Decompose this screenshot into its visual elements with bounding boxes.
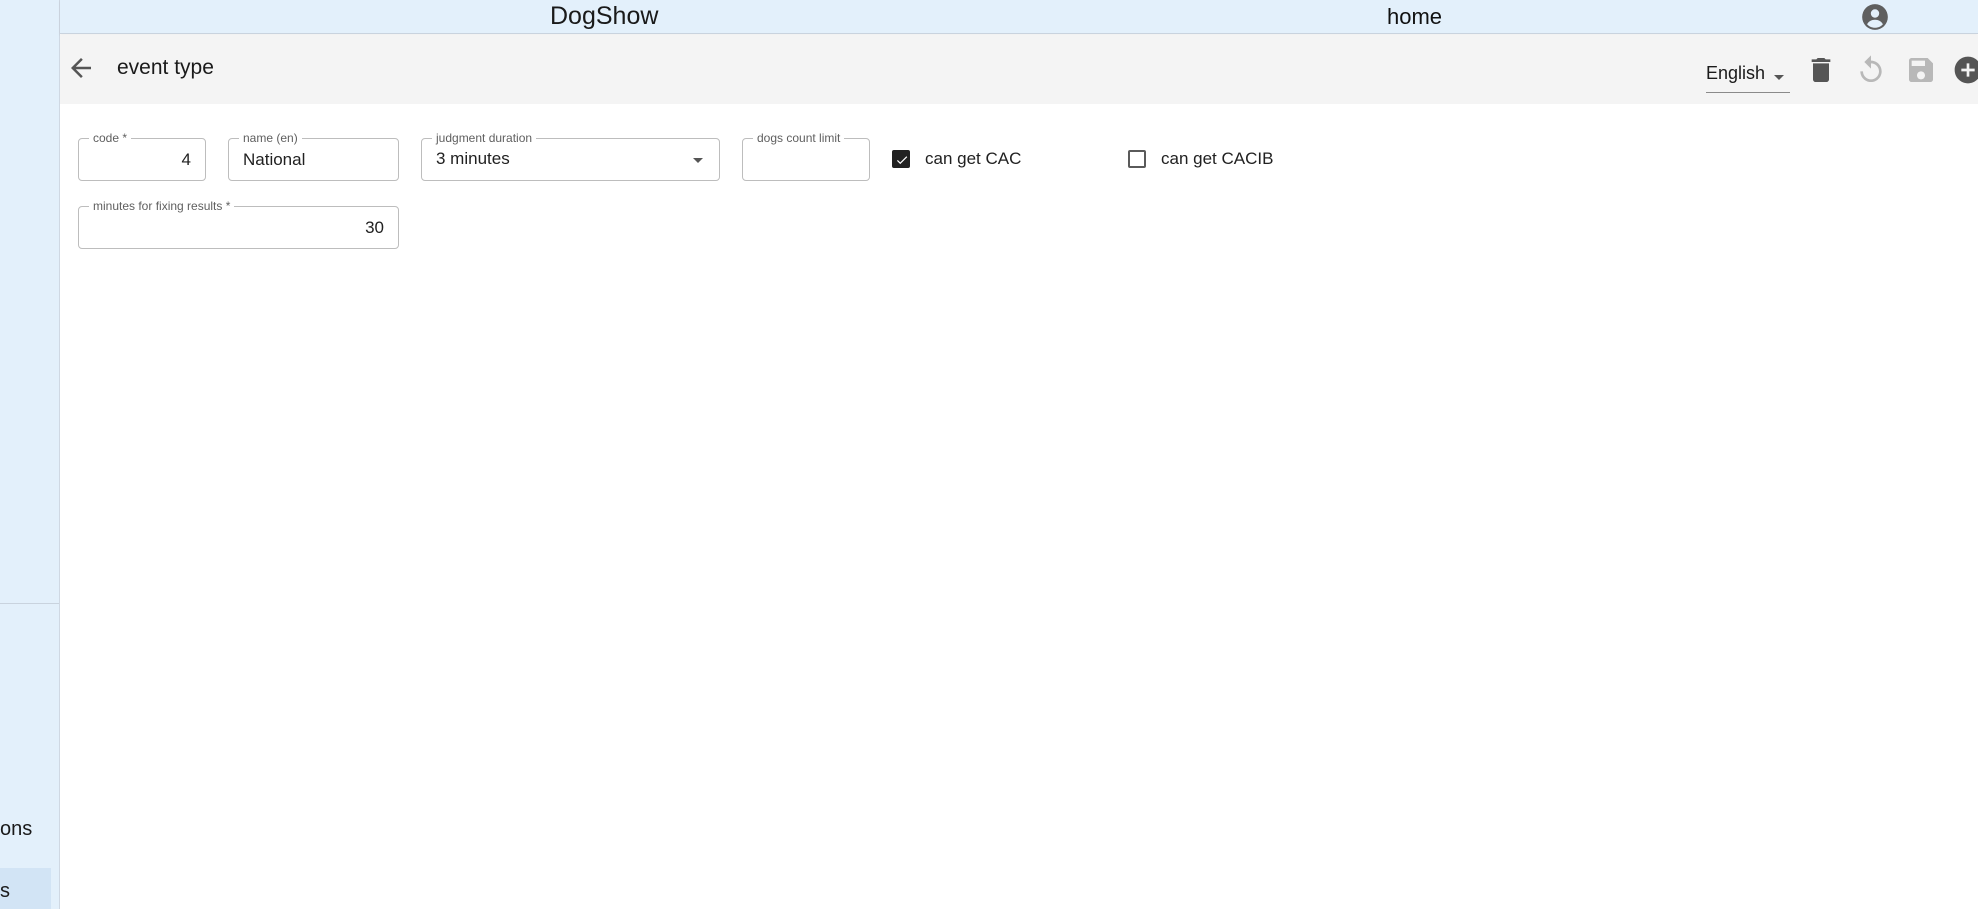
arrow-left-icon[interactable] (66, 53, 96, 83)
save-icon[interactable] (1905, 54, 1937, 86)
can-get-cacib-label: can get CACIB (1161, 149, 1274, 168)
account-circle-icon[interactable] (1861, 3, 1889, 31)
language-select[interactable]: English (1706, 63, 1790, 93)
checkbox-checked-icon[interactable] (892, 150, 910, 168)
undo-icon[interactable] (1855, 54, 1887, 86)
minutes-fixing-results-input[interactable] (79, 207, 398, 248)
code-field[interactable]: code * (78, 130, 206, 181)
judgment-duration-select[interactable]: judgment duration 3 minutes (421, 130, 720, 181)
can-get-cacib-checkbox[interactable]: can get CACIB (1128, 148, 1308, 172)
judgment-duration-label: judgment duration (432, 130, 537, 146)
sidebar: ons s (0, 0, 60, 909)
sidebar-item-partial[interactable]: ons (0, 818, 32, 841)
sidebar-divider (0, 603, 59, 604)
chevron-down-icon (693, 158, 703, 163)
add-circle-icon[interactable] (1952, 54, 1978, 86)
minutes-fixing-results-field[interactable]: minutes for fixing results * (78, 198, 399, 249)
app-brand-title[interactable]: DogShow (550, 2, 658, 31)
can-get-cac-checkbox[interactable]: can get CAC (892, 148, 1052, 172)
judgment-duration-value: 3 minutes (436, 149, 510, 168)
page-toolbar: event type English (60, 35, 1978, 104)
checkbox-unchecked-icon[interactable] (1128, 150, 1146, 168)
name-field[interactable]: name (en) (228, 130, 399, 181)
chevron-down-icon (1774, 75, 1784, 80)
name-input[interactable] (229, 139, 398, 180)
home-link[interactable]: home (1387, 4, 1442, 30)
app-bar: DogShow home (60, 0, 1978, 34)
dogs-count-limit-input[interactable] (743, 139, 869, 180)
language-select-value: English (1706, 63, 1766, 83)
sidebar-item-selected[interactable]: s (0, 868, 51, 909)
dogs-count-limit-field[interactable]: dogs count limit (742, 130, 870, 181)
page-title: event type (117, 56, 214, 79)
can-get-cac-label: can get CAC (925, 149, 1022, 168)
code-input[interactable] (79, 139, 205, 180)
trash-icon[interactable] (1805, 54, 1837, 86)
